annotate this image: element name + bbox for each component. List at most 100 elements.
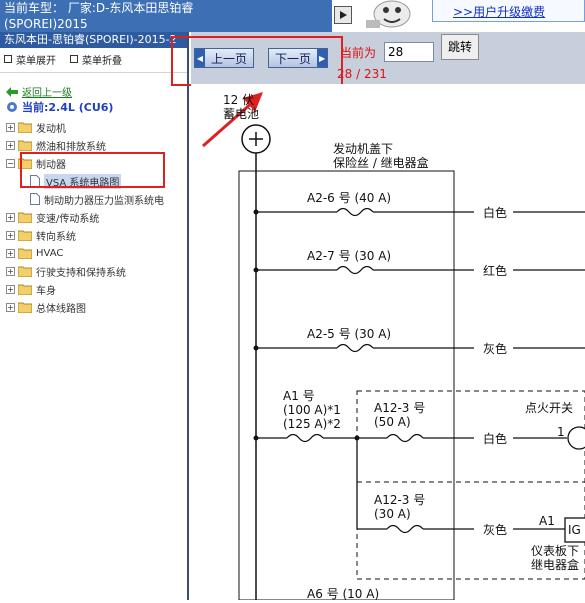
fuse-rating-1: (100 A)*1 <box>283 403 341 417</box>
ig-box-label: IG <box>568 523 581 537</box>
fuse-rating-2: (125 A)*2 <box>283 417 341 431</box>
category-tree: + 发动机 + 燃油和排放系统 − 制动器 VSA 系统电路图 制动助力器压力监… <box>6 118 188 316</box>
tree-item-label: 行驶支持和保持系统 <box>36 264 126 279</box>
menu-icon <box>4 55 12 63</box>
expand-icon[interactable]: + <box>6 123 15 132</box>
tree-item-engine[interactable]: + 发动机 <box>6 118 188 136</box>
expand-all-button[interactable]: 菜单展开 <box>4 52 56 67</box>
expand-icon[interactable]: + <box>6 141 15 150</box>
tree-item-label: 总体线路图 <box>36 300 86 315</box>
folder-icon <box>18 230 32 241</box>
fuse-label: A12-3 号 <box>374 401 425 415</box>
tree-item-label: 发动机 <box>36 120 66 135</box>
bottom-fuse-label: A6 号 (10 A) <box>307 587 379 600</box>
left-panel: 东风本田-思铂睿(SPOREI)-2015-2 菜单展开 菜单折叠 返回上一级 … <box>0 32 189 600</box>
top-bar: 当前车型： 厂家:D-东风本田思铂睿 (SPOREI)2015 >>用户升级缴费 <box>0 0 585 32</box>
tree-item-label: 制动助力器压力监测系统电 <box>44 192 164 207</box>
page-current-label: 当前为 <box>340 44 376 61</box>
current-model-label: 当前:2.4L (CU6) <box>22 99 113 115</box>
battery-symbol <box>242 125 270 153</box>
dash-relay-label-1: 仪表板下 <box>531 544 579 558</box>
back-row: 返回上一级 <box>6 84 72 99</box>
folder-icon <box>18 266 32 277</box>
page-number-input[interactable] <box>384 42 434 62</box>
jump-button[interactable]: 跳转 <box>441 34 479 60</box>
folder-icon <box>18 212 32 223</box>
fuse-label: A2-6 号 (40 A) <box>307 191 391 205</box>
fuse-a1: A1 号 (100 A)*1 (125 A)*2 <box>254 389 388 529</box>
tree-item-label: HVAC <box>36 248 63 259</box>
upgrade-link[interactable]: >>用户升级缴费 <box>453 3 545 20</box>
fusebox-label-2: 保险丝 / 继电器盒 <box>333 155 429 170</box>
dash-relay-label-2: 继电器盒 <box>531 557 579 572</box>
tree-item-label: 转向系统 <box>36 228 76 243</box>
folder-icon <box>18 248 32 259</box>
wire-color: 白色 <box>483 431 507 446</box>
expand-icon[interactable]: + <box>6 303 15 312</box>
highlight-box-nav <box>171 36 343 86</box>
highlight-box-tree <box>20 152 165 188</box>
menu-icon <box>70 55 78 63</box>
document-icon <box>30 193 40 205</box>
tree-item-driving-support[interactable]: + 行驶支持和保持系统 <box>6 262 188 280</box>
ig-connector: A1 <box>539 514 555 528</box>
tree-item-steering[interactable]: + 转向系统 <box>6 226 188 244</box>
tree-item-label: 车身 <box>36 282 56 297</box>
collapse-icon[interactable]: − <box>6 159 15 168</box>
ignition-label: 点火开关 <box>525 401 573 415</box>
current-model: 当前:2.4L (CU6) <box>6 99 113 115</box>
folder-icon <box>18 284 32 295</box>
fuse-a2-6: A2-6 号 (40 A) 白色 <box>254 191 585 220</box>
folder-icon <box>18 302 32 313</box>
collapse-all-label: 菜单折叠 <box>82 52 122 67</box>
car-icon <box>6 101 18 113</box>
divider <box>0 72 187 73</box>
fuse-rating: (30 A) <box>374 507 411 521</box>
expand-icon[interactable]: + <box>6 267 15 276</box>
tree-toolbar: 菜单展开 菜单折叠 <box>0 48 187 70</box>
fusebox-outline <box>239 171 454 600</box>
wire-color: 灰色 <box>483 523 507 537</box>
back-arrow-icon <box>6 87 18 97</box>
wire-color: 红色 <box>483 263 507 278</box>
tree-item-body[interactable]: + 车身 <box>6 280 188 298</box>
wire-color: 白色 <box>483 205 507 220</box>
battery-label: 蓄电池 <box>223 107 259 121</box>
fuse-label: A1 号 <box>283 389 315 403</box>
expand-icon[interactable]: + <box>6 213 15 222</box>
vehicle-info: 当前车型： 厂家:D-东风本田思铂睿 (SPOREI)2015 <box>0 0 332 32</box>
upgrade-panel: >>用户升级缴费 <box>432 0 585 22</box>
play-icon <box>338 10 348 20</box>
fusebox-label-1: 发动机盖下 <box>333 141 393 156</box>
tree-item-wiring[interactable]: + 总体线路图 <box>6 298 188 316</box>
panel-title: 东风本田-思铂睿(SPOREI)-2015-2 <box>0 32 187 48</box>
folder-icon <box>18 122 32 133</box>
fuse-a12-3-30a: A12-3 号 (30 A) 灰色 <box>357 493 565 537</box>
diagram-canvas: 12 伏 蓄电池 发动机盖下 保险丝 / 继电器盒 A2-6 号 (40 A) … <box>191 84 585 600</box>
mascot-logo <box>362 0 420 30</box>
fuse-a2-7: A2-7 号 (30 A) 红色 <box>254 249 585 278</box>
tree-item-transmission[interactable]: + 变速/传动系统 <box>6 208 188 226</box>
page-navigation: ◀ 上一页 下一页 ▶ 当前为 28 / 231 跳转 <box>191 32 585 84</box>
vehicle-line-2: (SPOREI)2015 <box>4 16 332 32</box>
tree-item-hvac[interactable]: + HVAC <box>6 244 188 262</box>
tree-item-label: 燃油和排放系统 <box>36 138 106 153</box>
fuse-label: A12-3 号 <box>374 493 425 507</box>
tree-item-booster[interactable]: 制动助力器压力监测系统电 <box>6 190 188 208</box>
tree-item-label: 变速/传动系统 <box>36 210 99 225</box>
back-link[interactable]: 返回上一级 <box>22 84 72 99</box>
expand-icon[interactable]: + <box>6 285 15 294</box>
ignition-switch: 点火开关 1 <box>525 401 585 449</box>
battery-voltage: 12 伏 <box>223 93 254 107</box>
expand-icon[interactable]: + <box>6 249 15 258</box>
fuse-rating: (50 A) <box>374 415 411 429</box>
expand-all-label: 菜单展开 <box>16 52 56 67</box>
fuse-label: A2-7 号 (30 A) <box>307 249 391 263</box>
collapse-all-button[interactable]: 菜单折叠 <box>70 52 122 67</box>
fuse-label: A2-5 号 (30 A) <box>307 327 391 341</box>
page-count: 28 / 231 <box>337 67 387 81</box>
expand-icon[interactable]: + <box>6 231 15 240</box>
wiring-diagram: 12 伏 蓄电池 发动机盖下 保险丝 / 继电器盒 A2-6 号 (40 A) … <box>191 84 585 600</box>
toggle-panel-button[interactable] <box>334 6 352 24</box>
wire-color: 灰色 <box>483 342 507 356</box>
